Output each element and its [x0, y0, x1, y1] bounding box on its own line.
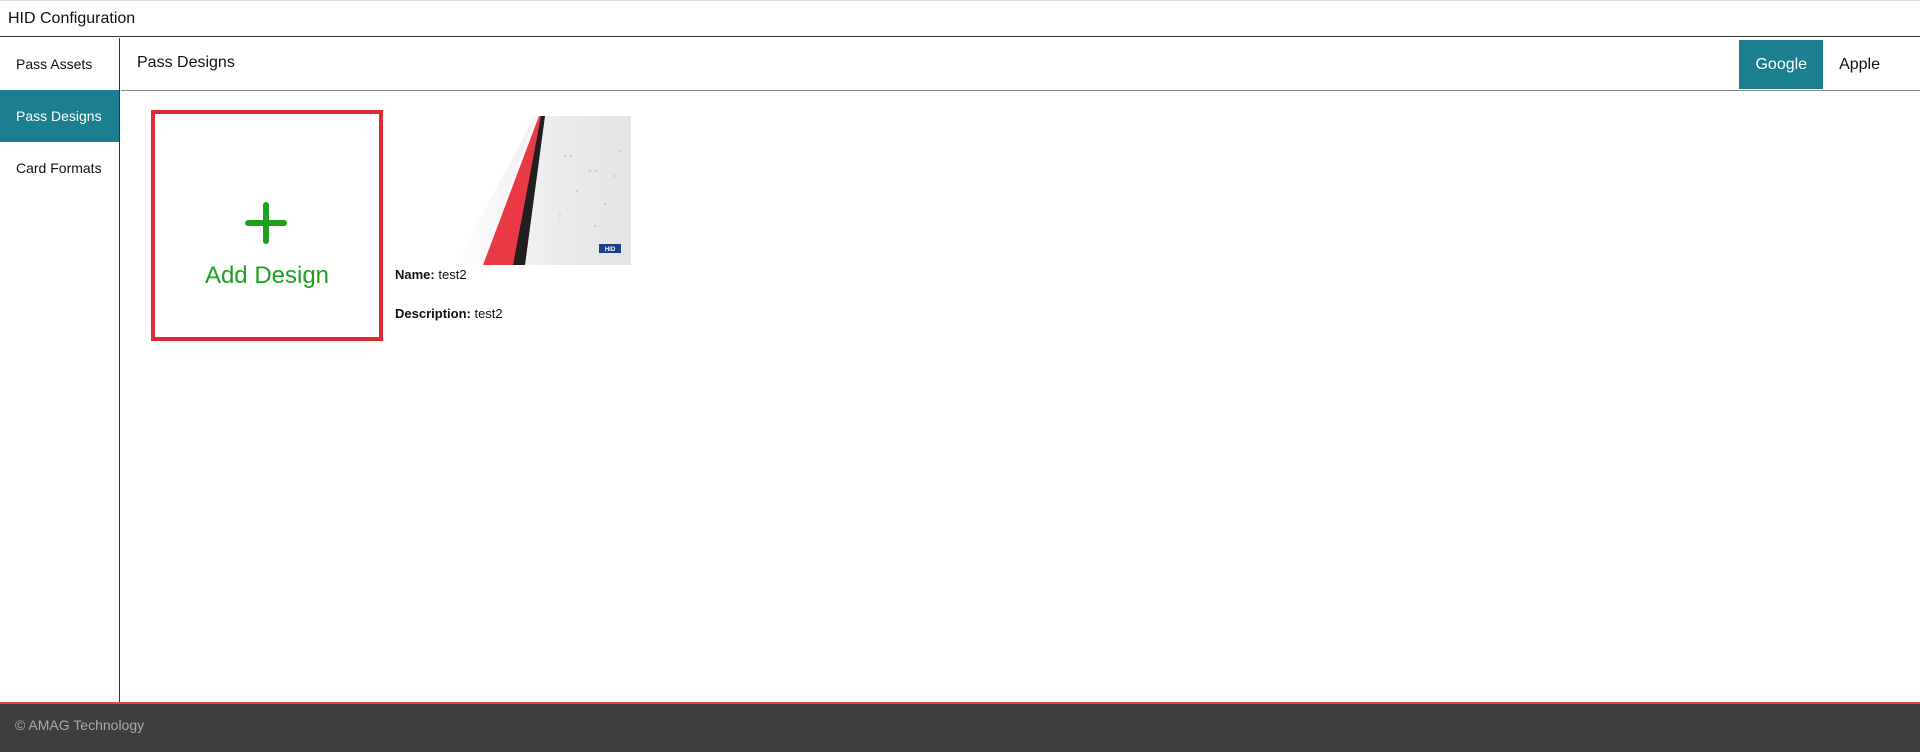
- design-name: Name: test2: [395, 267, 635, 282]
- design-card: HID Name: test2 Description: test2: [395, 116, 635, 321]
- design-description-label: Description:: [395, 306, 471, 321]
- sidebar-item-pass-assets[interactable]: Pass Assets: [0, 38, 119, 90]
- design-name-value: test2: [438, 267, 467, 282]
- tab-apple[interactable]: Apple: [1823, 40, 1896, 89]
- add-design-label: Add Design: [204, 262, 330, 289]
- app-root: HID Configuration Pass Assets Pass Desig…: [0, 0, 1920, 752]
- app-title: HID Configuration: [8, 10, 136, 27]
- footer: © AMAG Technology: [0, 702, 1920, 752]
- design-thumbnail[interactable]: HID: [395, 116, 631, 265]
- add-design-button[interactable]: Add Design: [151, 110, 383, 341]
- designs-content: Add Design HID Name: test2 Description: …: [121, 92, 1920, 702]
- platform-tabs: Google Apple: [1739, 40, 1896, 89]
- sidebar-item-card-formats[interactable]: Card Formats: [0, 142, 119, 194]
- main-header: Pass Designs Google Apple: [121, 38, 1920, 91]
- design-name-label: Name:: [395, 267, 435, 282]
- top-bar: HID Configuration: [0, 0, 1920, 37]
- design-description-value: test2: [474, 306, 503, 321]
- footer-copyright: © AMAG Technology: [15, 717, 145, 733]
- tab-google[interactable]: Google: [1739, 40, 1824, 89]
- hid-logo: HID: [605, 247, 616, 253]
- page-title: Pass Designs: [137, 54, 235, 71]
- sidebar: Pass Assets Pass Designs Card Formats: [0, 38, 120, 702]
- plus-icon: [245, 202, 287, 244]
- design-description: Description: test2: [395, 306, 635, 321]
- sidebar-item-pass-designs[interactable]: Pass Designs: [0, 90, 119, 142]
